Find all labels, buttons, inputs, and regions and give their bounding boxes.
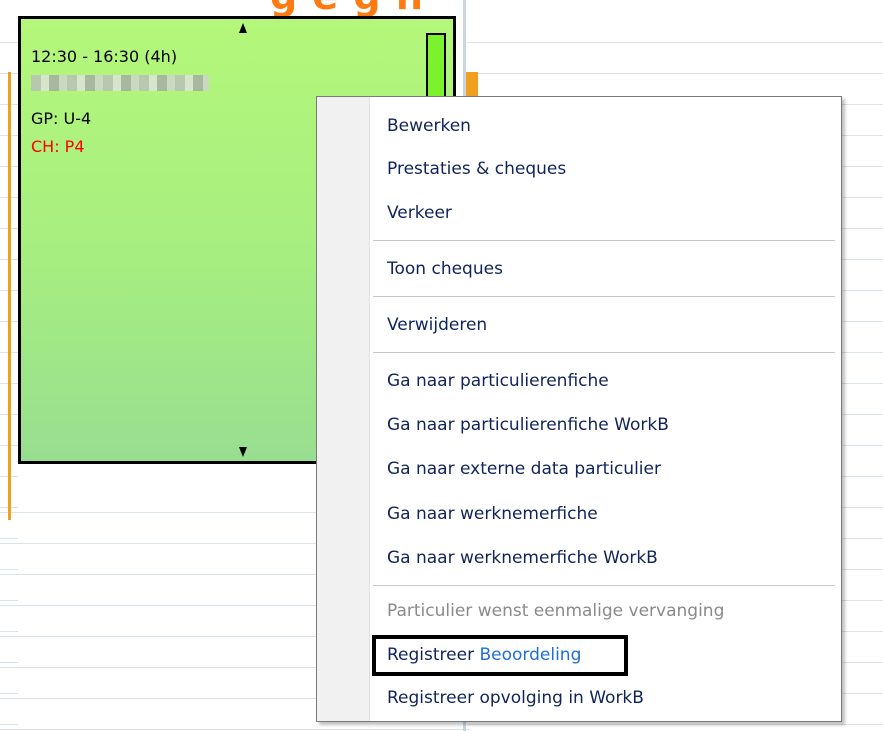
context-menu: Bewerken Prestaties & cheques Verkeer To… [316,96,842,722]
menu-separator [373,352,835,353]
menu-separator [373,240,835,241]
appointment-client-name-blurred [31,75,209,91]
selection-marker-right [466,72,478,98]
beoordeling-label: Beoordeling [479,645,582,665]
menu-item-registreer-opvolging-workb[interactable]: Registreer opvolging in WorkB [387,686,644,710]
menu-item-verwijderen[interactable]: Verwijderen [387,313,487,337]
selection-marker-left [8,72,11,520]
menu-item-prestaties-cheques[interactable]: Prestaties & cheques [387,157,566,181]
registreer-label: Registreer [387,645,475,665]
appointment-gp: GP: U-4 [31,109,92,128]
menu-item-werknemerfiche[interactable]: Ga naar werknemerfiche [387,502,598,526]
appointment-status-indicator [426,33,446,105]
arrow-up-icon[interactable] [239,23,247,33]
menu-icon-gutter [317,97,370,721]
appointment-time: 12:30 - 16:30 (4h) [31,47,178,66]
menu-item-registreer-beoordeling[interactable]: Registreer Beoordeling [387,643,581,667]
menu-item-particulierenfiche-workb[interactable]: Ga naar particulierenfiche WorkB [387,413,669,437]
menu-item-bewerken[interactable]: Bewerken [387,114,471,138]
appointment-ch: CH: P4 [31,137,85,156]
menu-item-particulierenfiche[interactable]: Ga naar particulierenfiche [387,369,609,393]
menu-item-toon-cheques[interactable]: Toon cheques [387,257,503,281]
menu-item-werknemerfiche-workb[interactable]: Ga naar werknemerfiche WorkB [387,546,658,570]
menu-item-externe-data-particulier[interactable]: Ga naar externe data particulier [387,457,661,481]
menu-separator [373,585,835,586]
arrow-down-icon[interactable] [239,447,247,457]
menu-item-verkeer[interactable]: Verkeer [387,201,452,225]
menu-separator [373,296,835,297]
menu-item-eenmalige-vervanging: Particulier wenst eenmalige vervanging [387,601,725,621]
